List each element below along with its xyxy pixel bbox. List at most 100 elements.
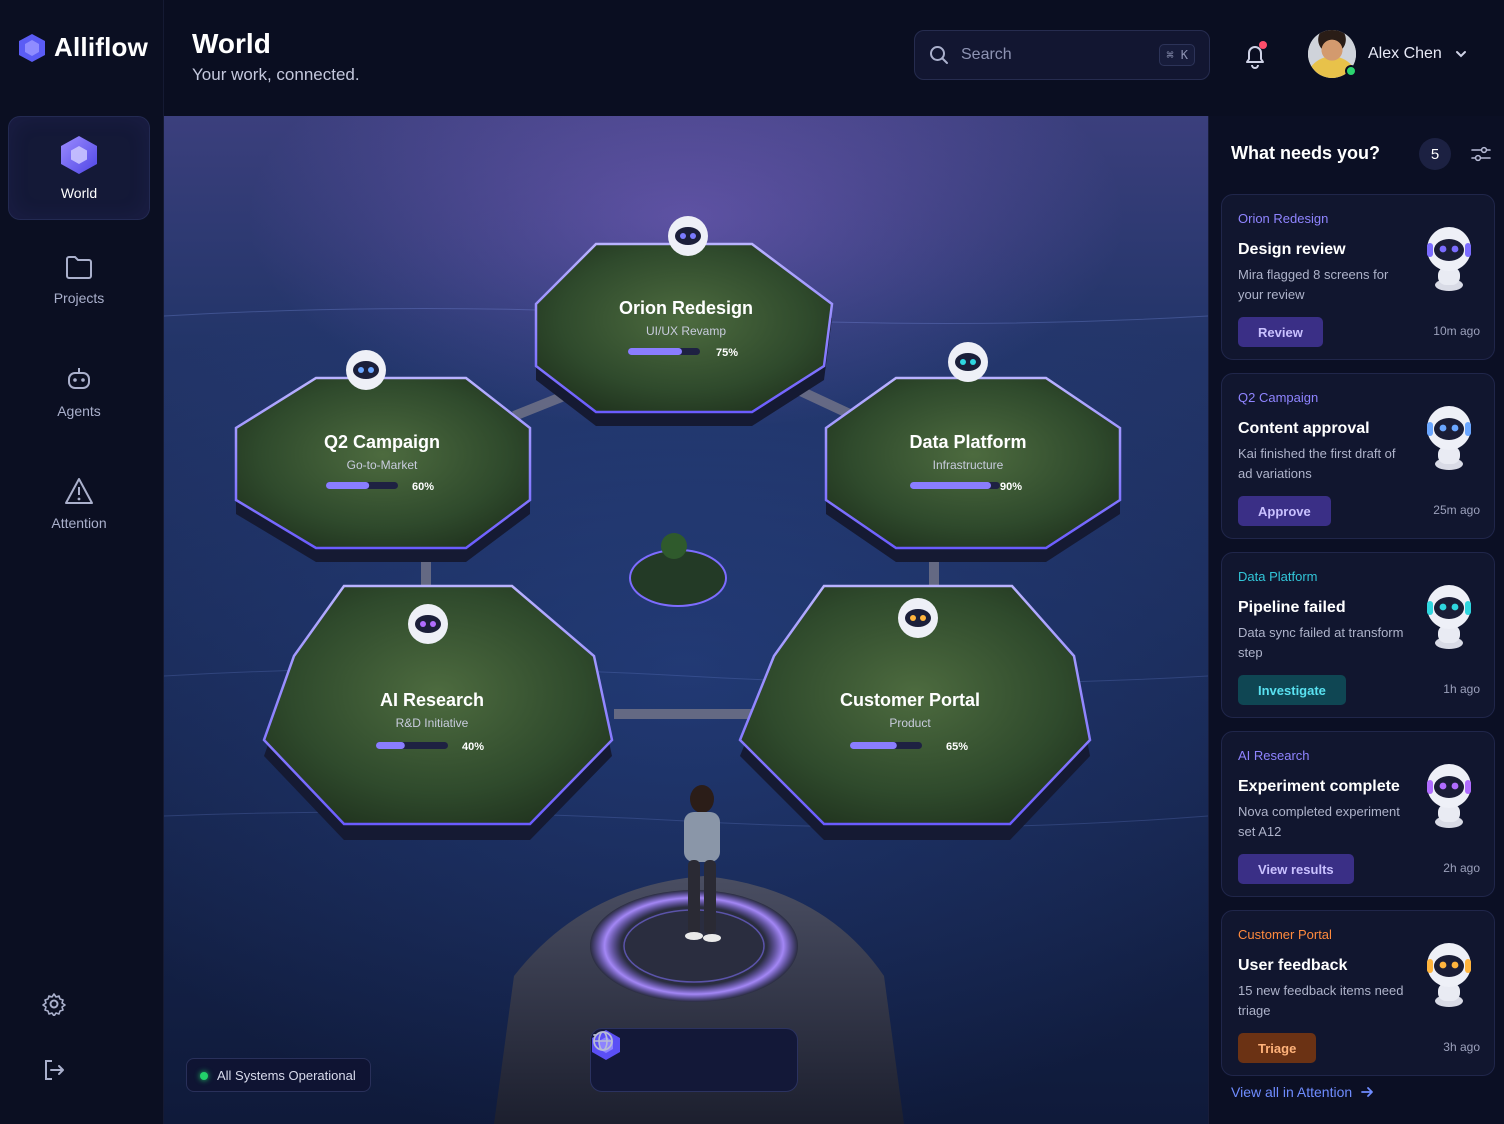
- sidebar-item-label: World: [60, 185, 98, 201]
- island-title: Data Platform: [909, 432, 1026, 452]
- center-islet: [629, 533, 727, 607]
- card-title: Experiment complete: [1238, 778, 1400, 795]
- card-project-label: Data Platform: [1238, 569, 1318, 584]
- attention-filter-button[interactable]: [1467, 140, 1495, 168]
- logout-icon: [45, 1060, 64, 1080]
- progress-fill: [850, 742, 897, 749]
- island-title: AI Research: [380, 690, 484, 710]
- page-subtitle: Your work, connected.: [192, 65, 360, 84]
- card-action-button[interactable]: Investigate: [1238, 675, 1346, 705]
- view-all-label: View all in Attention: [1231, 1084, 1353, 1100]
- search-placeholder: Search: [961, 46, 1012, 63]
- island-ai-research[interactable]: AI Research R&D Initiative 40%: [262, 584, 614, 840]
- card-action-button[interactable]: Triage: [1238, 1033, 1317, 1063]
- sidebar-item-label: Agents: [57, 403, 101, 419]
- globe-icon: [593, 1031, 613, 1051]
- island-progress-label: 65%: [946, 741, 968, 753]
- sidebar-item-label: Projects: [53, 290, 105, 306]
- island-subtitle: Go-to-Market: [347, 458, 418, 472]
- island-data-platform[interactable]: Data Platform Infrastructure 90%: [824, 342, 1122, 562]
- card-project-label: Customer Portal: [1238, 927, 1332, 942]
- agent-robot-icon: [1427, 227, 1471, 291]
- world-map[interactable]: Orion Redesign UI/UX Revamp 75% Q2 Campa…: [164, 116, 1208, 1124]
- notification-dot: [1259, 41, 1267, 49]
- card-title: Pipeline failed: [1238, 599, 1346, 616]
- island-orion-redesign[interactable]: Orion Redesign UI/UX Revamp 75%: [534, 216, 834, 426]
- card-action-button[interactable]: View results: [1238, 854, 1354, 884]
- agent-robot-icon: [1427, 764, 1471, 828]
- card-description: 15 new feedback items need triage: [1238, 983, 1404, 1018]
- user-menu[interactable]: Alex Chen: [1308, 30, 1468, 78]
- hexagon-icon: [61, 136, 97, 174]
- logout-button[interactable]: [40, 1056, 68, 1084]
- app-name: Alliflow: [54, 32, 149, 62]
- island-q2-campaign[interactable]: Q2 Campaign Go-to-Market 60%: [234, 350, 532, 562]
- card-title: Design review: [1238, 241, 1346, 258]
- card-action-button[interactable]: Review: [1238, 317, 1323, 347]
- page-title: World: [192, 28, 271, 59]
- sidebar-item-agents[interactable]: Agents: [8, 340, 150, 444]
- card-title: Content approval: [1238, 420, 1370, 437]
- sidebar-item-world[interactable]: World: [8, 116, 150, 220]
- system-status-badge: All Systems Operational: [186, 1058, 371, 1092]
- sidebar-item-attention[interactable]: Attention: [8, 452, 150, 556]
- attention-card[interactable]: Data Platform Pipeline failed Data sync …: [1221, 552, 1495, 718]
- progress-fill: [326, 482, 370, 489]
- island-progress-label: 60%: [412, 481, 434, 493]
- agent-robot-icon: [1427, 943, 1471, 1007]
- card-project-label: Orion Redesign: [1238, 211, 1329, 226]
- island-title: Customer Portal: [840, 690, 980, 710]
- agent-robot-icon: [1427, 585, 1471, 649]
- attention-card[interactable]: Orion Redesign Design review Mira flagge…: [1221, 194, 1495, 360]
- card-description: Mira flagged 8 screens for your review: [1238, 267, 1389, 302]
- card-timestamp: 2h ago: [1443, 861, 1480, 875]
- arrow-right-icon: [1361, 1087, 1374, 1097]
- world-toolbar: [590, 1028, 798, 1092]
- search-input[interactable]: Search ⌘ K: [914, 30, 1210, 80]
- attention-card[interactable]: Customer Portal User feedback 15 new fee…: [1221, 910, 1495, 1076]
- settings-gear-icon: [42, 993, 66, 1016]
- search-icon: [930, 46, 948, 64]
- card-title: User feedback: [1238, 957, 1348, 974]
- hexagon-logo-icon: [19, 33, 45, 62]
- sidebar-item-projects[interactable]: Projects: [8, 228, 150, 332]
- card-timestamp: 1h ago: [1443, 682, 1480, 696]
- sliders-icon: [1471, 146, 1491, 162]
- attention-card[interactable]: AI Research Experiment complete Nova com…: [1221, 731, 1495, 897]
- robot-icon: [68, 368, 90, 389]
- island-title: Orion Redesign: [619, 298, 753, 318]
- globe-view-button[interactable]: [593, 1031, 783, 1080]
- progress-fill: [628, 348, 682, 355]
- world-scene: Orion Redesign UI/UX Revamp 75% Q2 Campa…: [164, 216, 1208, 1124]
- island-subtitle: UI/UX Revamp: [646, 324, 726, 338]
- island-subtitle: Product: [889, 716, 931, 730]
- card-project-label: AI Research: [1238, 748, 1310, 763]
- settings-button[interactable]: [40, 990, 68, 1018]
- agent-robot-icon: [1427, 406, 1471, 470]
- avatar: [1308, 30, 1357, 78]
- attention-card[interactable]: Q2 Campaign Content approval Kai finishe…: [1221, 373, 1495, 539]
- card-project-label: Q2 Campaign: [1238, 390, 1319, 405]
- folder-icon: [66, 256, 92, 279]
- card-action-button[interactable]: Approve: [1238, 496, 1331, 526]
- attention-panel-title: What needs you?: [1231, 143, 1381, 163]
- progress-fill: [910, 482, 991, 489]
- search-shortcut-badge: ⌘ K: [1159, 44, 1195, 66]
- sidebar: Alliflow World Projects Agents Attention: [0, 0, 164, 1124]
- card-timestamp: 25m ago: [1433, 503, 1480, 517]
- card-timestamp: 10m ago: [1433, 324, 1480, 338]
- app-logo[interactable]: Alliflow: [18, 32, 148, 63]
- island-subtitle: R&D Initiative: [396, 716, 469, 730]
- warning-triangle-icon: [65, 478, 93, 504]
- user-name: Alex Chen: [1368, 45, 1442, 62]
- island-customer-portal[interactable]: Customer Portal Product 65%: [738, 584, 1092, 840]
- view-all-attention-link[interactable]: View all in Attention: [1231, 1084, 1374, 1100]
- card-description: Data sync failed at transform step: [1238, 625, 1404, 660]
- attention-panel: What needs you? 5 Orion Redesign Design …: [1208, 116, 1504, 1124]
- island-progress-label: 75%: [716, 347, 738, 359]
- online-status-dot: [1345, 65, 1357, 77]
- card-description: Nova completed experiment set A12: [1238, 804, 1400, 839]
- island-progress-label: 90%: [1000, 481, 1022, 493]
- world-view-button[interactable]: [592, 1030, 714, 1080]
- notifications-button[interactable]: [1238, 38, 1272, 72]
